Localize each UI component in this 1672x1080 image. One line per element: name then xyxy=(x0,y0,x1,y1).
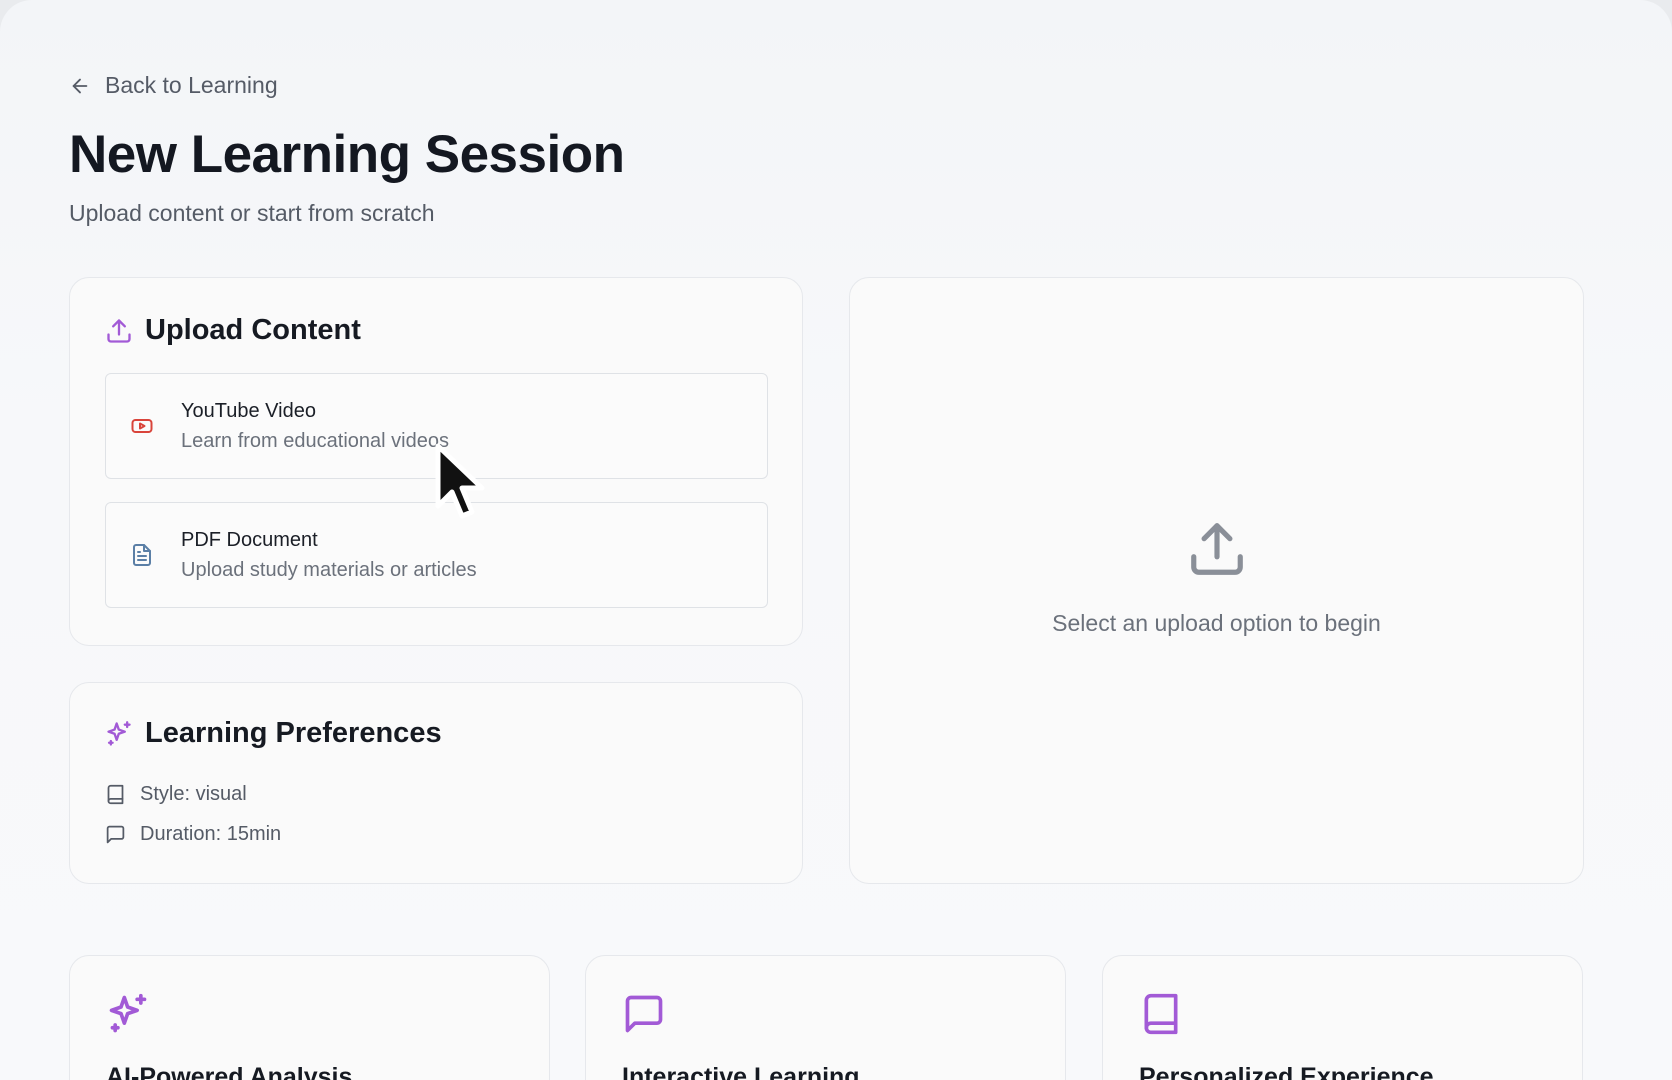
sparkles-icon xyxy=(109,993,147,1033)
dropzone-message: Select an upload option to begin xyxy=(1052,610,1381,636)
feature-card-interactive-learning: Interactive Learning xyxy=(585,955,1066,1080)
back-label: Back to Learning xyxy=(105,72,278,98)
youtube-icon xyxy=(131,419,153,433)
option-description: Learn from educational videos xyxy=(181,430,449,452)
option-description: Upload study materials or articles xyxy=(181,559,477,581)
preference-label: Duration: 15min xyxy=(140,823,282,845)
page-title: New Learning Session xyxy=(69,125,625,184)
option-title: PDF Document xyxy=(181,529,318,551)
upload-content-header: Upload Content xyxy=(105,314,361,347)
mouse-cursor-icon xyxy=(435,443,485,519)
sparkles-icon xyxy=(107,720,131,746)
preference-style: Style: visual xyxy=(105,783,247,806)
book-icon xyxy=(107,784,124,805)
message-icon xyxy=(106,825,125,844)
preference-label: Style: visual xyxy=(140,783,247,805)
learning-preferences-heading: Learning Preferences xyxy=(145,717,442,749)
learning-preferences-card: Learning Preferences Style: visual Durat… xyxy=(69,682,803,884)
upload-icon xyxy=(1190,523,1243,575)
learning-preferences-header: Learning Preferences xyxy=(105,717,442,750)
feature-card-personalized-experience: Personalized Experience xyxy=(1102,955,1583,1080)
dropzone-placeholder: Select an upload option to begin xyxy=(850,518,1583,637)
preference-duration: Duration: 15min xyxy=(105,823,281,846)
upload-icon xyxy=(107,318,131,343)
feature-title: AI-Powered Analysis xyxy=(106,1063,353,1080)
option-title: YouTube Video xyxy=(181,400,316,422)
upload-content-heading: Upload Content xyxy=(145,314,361,346)
feature-card-ai-analysis: AI-Powered Analysis xyxy=(69,955,550,1080)
message-icon xyxy=(625,995,663,1033)
arrow-left-icon xyxy=(72,78,88,93)
feature-title: Interactive Learning xyxy=(622,1063,860,1080)
back-to-learning-link[interactable]: Back to Learning xyxy=(69,72,278,99)
document-icon xyxy=(133,544,151,566)
page-subtitle: Upload content or start from scratch xyxy=(69,200,435,226)
app-window: Back to Learning New Learning Session Up… xyxy=(0,0,1672,1080)
book-icon xyxy=(1144,993,1178,1035)
upload-dropzone[interactable]: Select an upload option to begin xyxy=(849,277,1584,884)
feature-title: Personalized Experience xyxy=(1139,1063,1434,1080)
